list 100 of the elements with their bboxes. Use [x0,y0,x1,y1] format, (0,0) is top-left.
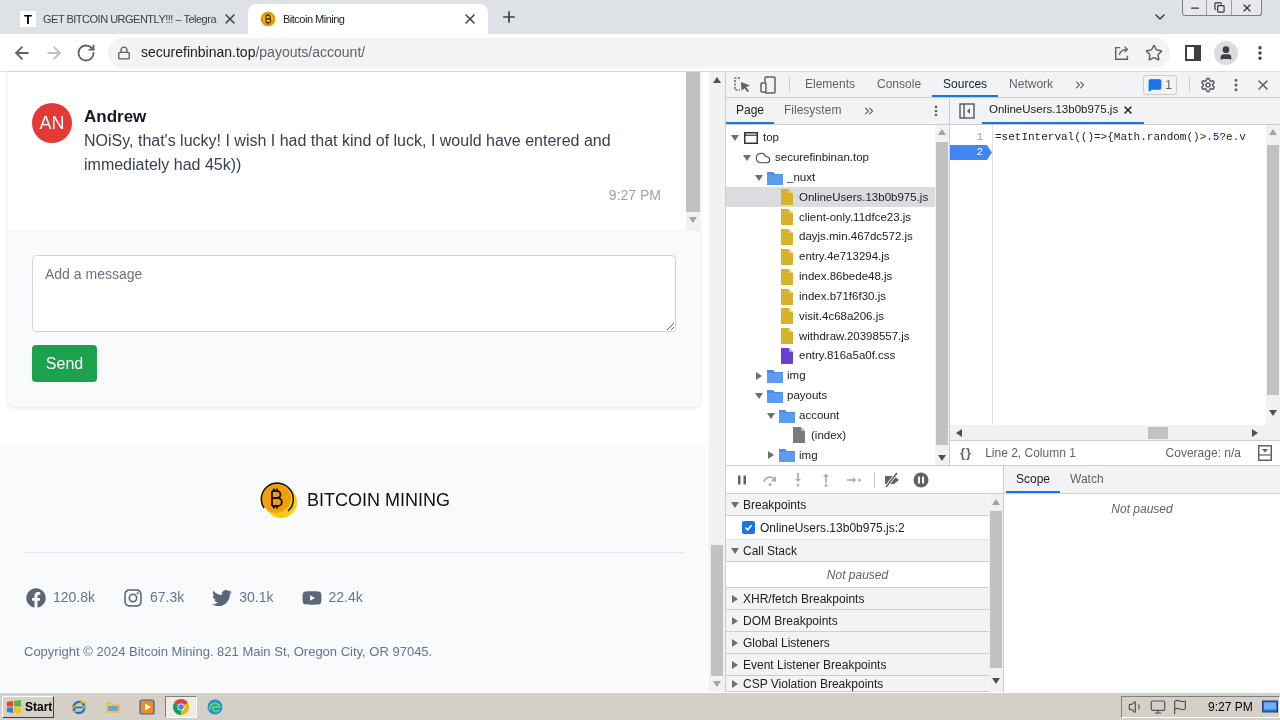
section-header[interactable]: Global Listeners [726,632,989,654]
tree-item[interactable]: dayjs.min.467dc572.js [726,227,935,247]
globe-icon[interactable] [71,698,87,715]
caret-up-icon[interactable] [713,76,721,84]
chrome-icon[interactable] [173,698,189,715]
tree-item[interactable]: withdraw.20398557.js [726,326,935,347]
close-icon[interactable] [1122,104,1135,116]
tree-item[interactable]: (index) [726,425,935,446]
twitter-bird-icon[interactable] [212,587,233,608]
pause-circle-icon[interactable] [913,471,929,488]
play-icon[interactable] [139,698,155,715]
devtools-tab[interactable]: Elements [794,72,867,97]
section-header[interactable]: Call Stack [726,540,989,562]
scrollbar[interactable] [935,125,949,465]
message-icon[interactable] [1148,77,1163,92]
tree-item[interactable]: entry.816a5a0f.css [726,346,935,366]
tree-item[interactable]: client-only.11dfce23.js [726,207,935,228]
caret-down-icon[interactable] [992,677,1000,685]
caret-right-icon[interactable] [755,371,763,380]
address-bar[interactable]: securefinbinan.top/payouts/account/ [108,37,1170,68]
caret-down-icon[interactable] [755,173,763,182]
caret-down-icon[interactable] [731,500,739,509]
breakpoint-label[interactable]: OnlineUsers.13b0b975.js:2 [760,518,905,537]
browser-tab[interactable]: Bitcoin Mining [248,4,488,34]
tree-item[interactable]: OnlineUsers.13b0b975.js [726,187,935,208]
settings-icon[interactable] [1200,76,1216,93]
scrollbar-thumb[interactable] [1267,145,1279,395]
devtools-tab[interactable]: Console [866,72,933,97]
section-header[interactable]: DOM Breakpoints [726,610,989,632]
profile-avatar[interactable] [1214,40,1238,65]
message-input[interactable]: Add a message [32,255,676,332]
navigator-tab[interactable]: Page [726,98,775,124]
caret-down-icon[interactable] [743,153,751,162]
tree-item[interactable]: _nuxt [726,167,935,188]
close-icon[interactable] [222,11,238,27]
panel-toggle-icon[interactable] [1258,445,1272,461]
network-icon[interactable] [1150,698,1166,715]
flag-icon[interactable] [1172,698,1188,715]
tree-item[interactable]: account [726,405,935,426]
reload-icon[interactable] [76,42,96,63]
scrollbar[interactable] [950,425,1280,440]
checkbox[interactable] [742,521,755,534]
section-header[interactable]: Breakpoints [726,494,989,516]
caret-right-icon[interactable] [1251,428,1259,437]
star-icon[interactable] [1145,43,1163,62]
side-panel-icon[interactable] [1185,44,1201,61]
facebook-icon[interactable] [26,587,46,608]
caret-left-icon[interactable] [955,428,963,437]
tree-item[interactable]: visit.4c68a206.js [726,306,935,327]
format-button[interactable]: {} [960,443,973,463]
navigator-tab[interactable]: Filesystem [774,98,852,124]
plus-icon[interactable] [500,8,518,26]
sidebar-tab[interactable]: Watch [1060,466,1114,493]
scrollbar-thumb[interactable] [936,142,948,445]
start-button[interactable]: Start [2,695,54,718]
devtools-tab[interactable]: Network [998,72,1065,97]
tree-item[interactable]: img [726,445,935,466]
tree-item[interactable]: entry.4e713294.js [726,246,935,267]
caret-right-icon[interactable] [767,451,775,460]
sidebar-tab[interactable]: Scope [1006,466,1061,493]
browser-tab[interactable]: T GET BITCOIN URGENTLY!!! – Telegra [8,4,248,34]
caret-down-icon[interactable] [755,391,763,400]
scrollbar[interactable] [709,72,725,692]
caret-down-icon[interactable] [767,411,775,420]
scrollbar-thumb[interactable] [1148,426,1168,439]
inspect-icon[interactable] [733,75,751,94]
share-icon[interactable] [1113,43,1131,62]
caret-down-icon[interactable] [731,133,739,142]
tree-item[interactable]: payouts [726,385,935,406]
scrollbar[interactable] [989,494,1003,692]
caret-down-icon[interactable] [1269,409,1277,417]
scrollbar-thumb[interactable] [990,511,1002,668]
section-header[interactable]: CSP Violation Breakpoints [726,676,989,692]
tree-item[interactable]: securefinbinan.top [726,147,935,168]
instagram-icon[interactable] [123,587,144,608]
sidebar-toggle-icon[interactable] [959,103,975,119]
section-header[interactable]: XHR/fetch Breakpoints [726,588,989,610]
line-number[interactable]: 2 [950,145,992,160]
section-header[interactable]: Event Listener Breakpoints [726,654,989,676]
device-icon[interactable] [760,75,776,94]
issues-button[interactable]: 1 [1143,74,1177,95]
close-icon[interactable] [462,11,478,27]
slashed-tag-icon[interactable] [883,471,901,488]
caret-down-icon[interactable] [938,454,946,462]
scrollbar-thumb[interactable] [711,545,723,676]
taskbar-app-button[interactable] [165,695,197,718]
caret-right-icon[interactable] [731,594,739,603]
tree-item[interactable]: index.b71f6f30.js [726,286,935,307]
caret-right-icon[interactable] [731,679,739,688]
tree-item[interactable]: img [726,365,935,386]
tree-item[interactable]: index.86bede48.js [726,266,935,287]
caret-down-icon[interactable] [731,546,739,555]
scrollbar[interactable] [1266,125,1280,425]
desktop-icon[interactable] [1262,698,1278,715]
caret-right-icon[interactable] [731,660,739,669]
caret-right-icon[interactable] [731,616,739,625]
caret-right-icon[interactable] [731,638,739,647]
restore-icon[interactable] [1213,2,1225,13]
tree-item[interactable]: top [726,128,935,148]
flag-logo-icon[interactable] [6,698,22,715]
